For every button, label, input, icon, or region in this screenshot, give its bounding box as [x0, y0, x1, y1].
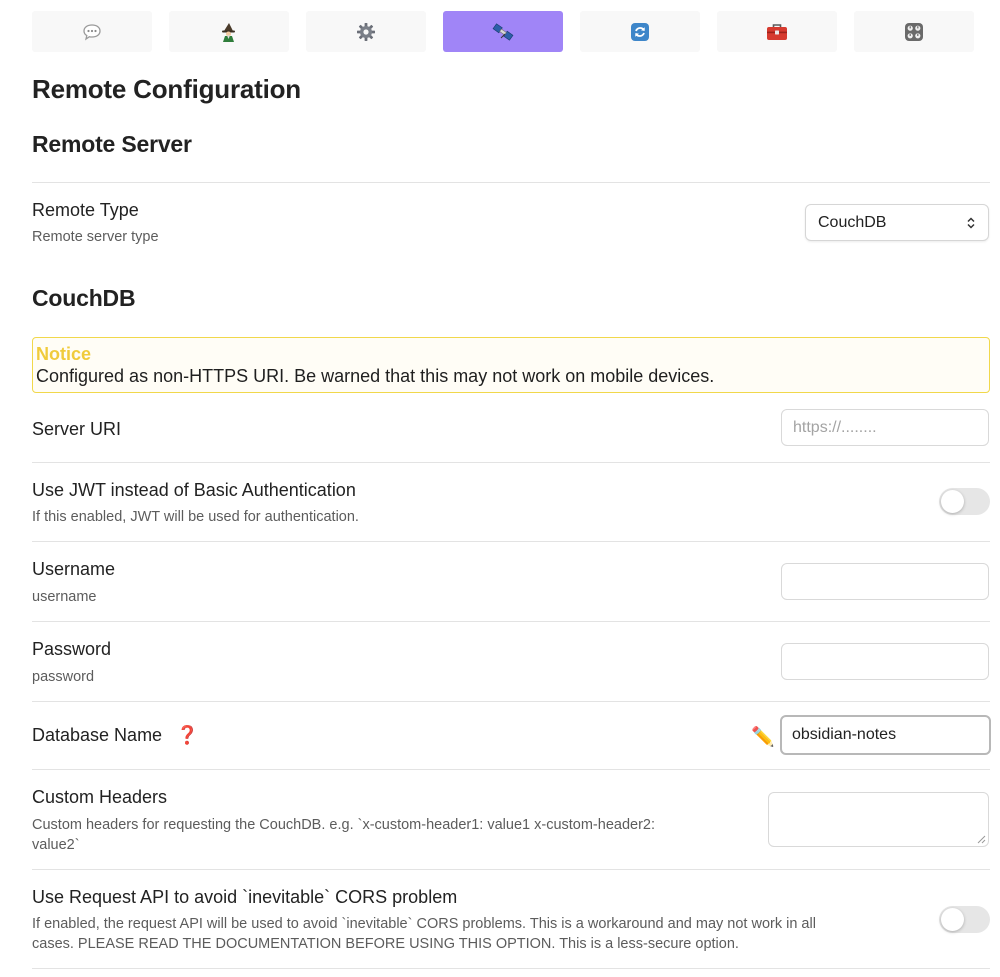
request-api-toggle[interactable]: [939, 906, 990, 933]
server-uri-input[interactable]: [781, 409, 989, 446]
divider: [32, 869, 990, 870]
sync-arrows-icon: [631, 22, 649, 41]
notice-message: Configured as non-HTTPS URI. Be warned t…: [36, 366, 715, 386]
username-description: username: [32, 589, 97, 605]
divider: [32, 769, 990, 770]
speech-bubble-icon: [83, 23, 101, 40]
divider: [32, 968, 990, 969]
database-name-input[interactable]: [780, 715, 991, 755]
password-label: Password: [32, 639, 112, 659]
notice-title: Notice: [36, 344, 92, 364]
couchdb-heading: CouchDB: [32, 285, 136, 311]
remote-type-select[interactable]: CouchDB: [805, 204, 989, 241]
custom-headers-description-line2: value2`: [32, 837, 80, 853]
divider: [32, 701, 990, 702]
remote-type-selected-value: CouchDB: [818, 213, 887, 231]
custom-headers-label: Custom Headers: [32, 787, 168, 807]
page-title: Remote Configuration: [32, 74, 301, 104]
notice-box: Notice Configured as non-HTTPS URI. Be w…: [32, 337, 990, 393]
resize-grip-icon[interactable]: [977, 835, 986, 844]
tab-satellite[interactable]: [443, 11, 563, 52]
remote-server-heading: Remote Server: [32, 131, 192, 157]
divider: [32, 621, 990, 622]
username-label: Username: [32, 559, 116, 579]
use-jwt-toggle[interactable]: [939, 488, 990, 515]
use-jwt-description: If this enabled, JWT will be used for au…: [32, 509, 359, 525]
divider: [32, 182, 990, 183]
remote-type-label: Remote Type: [32, 200, 139, 220]
custom-headers-description-line1: Custom headers for requesting the CouchD…: [32, 817, 656, 833]
toolbox-icon: [767, 23, 787, 40]
request-api-description-line2: cases. PLEASE READ THE DOCUMENTATION BEF…: [32, 936, 739, 952]
tab-gear[interactable]: [306, 11, 426, 52]
divider: [32, 462, 990, 463]
database-name-label: Database Name: [32, 725, 163, 745]
request-api-label: Use Request API to avoid `inevitable` CO…: [32, 887, 458, 907]
divider: [32, 541, 990, 542]
password-description: password: [32, 669, 95, 685]
tab-speech-bubble[interactable]: [32, 11, 152, 52]
tab-wizard[interactable]: [169, 11, 289, 52]
custom-headers-textarea[interactable]: [768, 792, 989, 847]
wizard-icon: [222, 22, 235, 42]
tab-sync[interactable]: [580, 11, 700, 52]
tab-toolbox[interactable]: [717, 11, 837, 52]
help-icon[interactable]: ❓: [176, 725, 198, 746]
username-input[interactable]: [781, 563, 989, 600]
control-knobs-icon: [905, 22, 923, 41]
tab-control-knobs[interactable]: [854, 11, 974, 52]
pencil-icon: ✏️: [751, 727, 775, 748]
settings-tab-bar: [32, 11, 976, 52]
server-uri-label: Server URI: [32, 419, 122, 439]
password-input[interactable]: [781, 643, 989, 680]
toggle-knob: [941, 908, 964, 931]
use-jwt-label: Use JWT instead of Basic Authentication: [32, 480, 356, 500]
chevron-up-down-icon: [967, 216, 975, 229]
gear-icon: [357, 22, 375, 41]
remote-configuration-page: Remote Configuration Remote Server Remot…: [0, 0, 1000, 977]
request-api-description-line1: If enabled, the request API will be used…: [32, 916, 816, 932]
remote-type-description: Remote server type: [32, 229, 159, 245]
toggle-knob: [941, 490, 964, 513]
satellite-icon: [492, 22, 514, 41]
